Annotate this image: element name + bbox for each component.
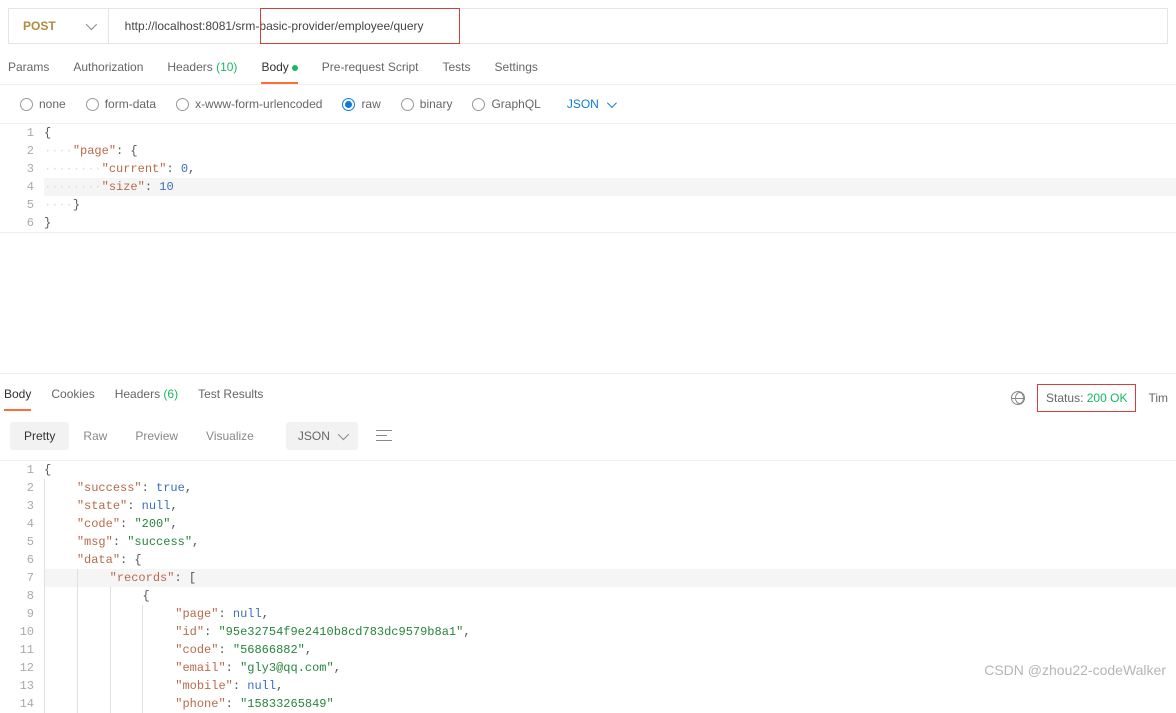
tab-settings[interactable]: Settings	[495, 58, 538, 84]
view-mode-raw[interactable]: Raw	[69, 422, 121, 450]
http-method-select[interactable]: POST	[9, 9, 109, 43]
time-label: Tim	[1148, 391, 1168, 405]
body-type-x-www-form-urlencoded[interactable]: x-www-form-urlencoded	[176, 97, 322, 111]
chevron-down-icon	[338, 429, 349, 440]
radio-icon	[20, 98, 33, 111]
status-indicator: Status: 200 OK	[1037, 384, 1136, 412]
globe-icon[interactable]	[1011, 391, 1025, 405]
radio-icon	[401, 98, 414, 111]
response-header: Body Cookies Headers (6) Test Results Statu…	[0, 373, 1176, 412]
body-type-GraphQL[interactable]: GraphQL	[472, 97, 540, 111]
response-body-viewer[interactable]: 1234567891011121314 { "success": true, "…	[0, 461, 1176, 713]
response-view-modes: PrettyRawPreviewVisualize JSON	[0, 412, 1176, 461]
wrap-lines-icon[interactable]	[376, 430, 392, 442]
response-tab-cookies[interactable]: Cookies	[51, 385, 94, 411]
body-type-none[interactable]: none	[20, 97, 66, 111]
tab-headers[interactable]: Headers (10)	[167, 58, 237, 84]
response-tab-test-results[interactable]: Test Results	[198, 385, 263, 411]
chevron-down-icon	[607, 98, 617, 108]
tab-pre-request-script[interactable]: Pre-request Script	[322, 58, 419, 84]
radio-icon	[176, 98, 189, 111]
request-body-editor[interactable]: 123456 {····"page": {········"current": …	[0, 124, 1176, 233]
tab-authorization[interactable]: Authorization	[73, 58, 143, 84]
body-format-select[interactable]: JSON	[567, 97, 614, 111]
body-type-form-data[interactable]: form-data	[86, 97, 156, 111]
request-url-bar: POST	[8, 8, 1168, 44]
radio-icon	[342, 98, 355, 111]
response-tab-body[interactable]: Body	[4, 385, 31, 411]
body-type-raw[interactable]: raw	[342, 97, 380, 111]
response-format-select[interactable]: JSON	[286, 422, 358, 450]
chevron-down-icon	[85, 19, 96, 30]
url-input[interactable]	[109, 9, 1167, 43]
view-mode-preview[interactable]: Preview	[121, 422, 192, 450]
tab-tests[interactable]: Tests	[443, 58, 471, 84]
view-mode-visualize[interactable]: Visualize	[192, 422, 268, 450]
request-tabs: Params Authorization Headers (10) Body Pre-r…	[0, 44, 1176, 85]
radio-icon	[472, 98, 485, 111]
status-label: Status:	[1046, 391, 1083, 405]
view-mode-pretty[interactable]: Pretty	[10, 422, 69, 450]
radio-icon	[86, 98, 99, 111]
response-tab-headers[interactable]: Headers (6)	[115, 385, 178, 411]
status-value: 200 OK	[1087, 391, 1128, 405]
body-type-row: none form-data x-www-form-urlencoded raw bin…	[0, 85, 1176, 124]
http-method-label: POST	[23, 19, 56, 33]
tab-params[interactable]: Params	[8, 58, 49, 84]
body-type-binary[interactable]: binary	[401, 97, 453, 111]
tab-body[interactable]: Body	[261, 58, 297, 84]
